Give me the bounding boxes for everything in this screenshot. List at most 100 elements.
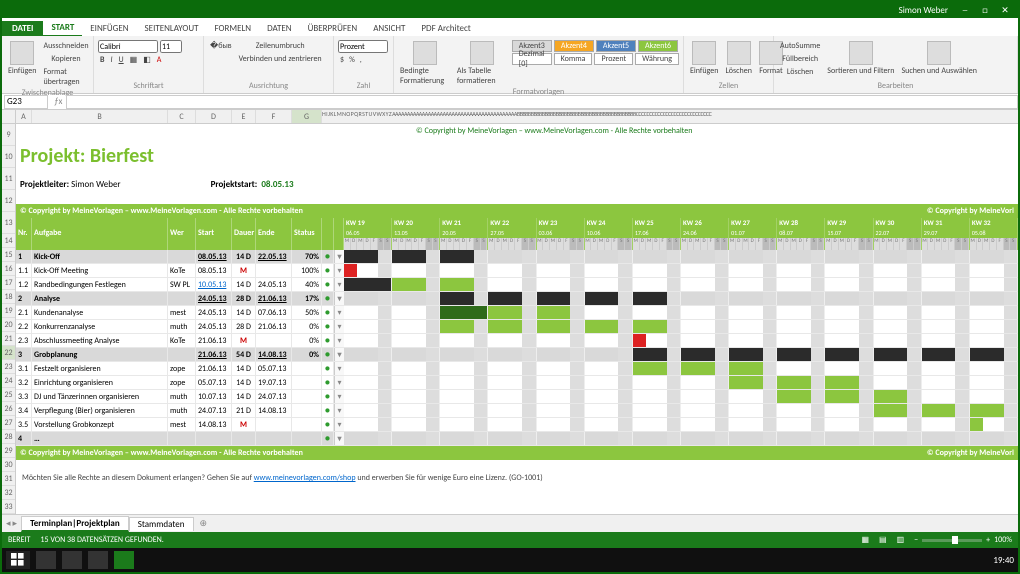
sheet-nav-prev[interactable]: ▸ xyxy=(13,518,18,529)
row-dropdown-icon[interactable]: ▾ xyxy=(334,250,344,263)
ribbon-tab-ansicht[interactable]: ANSICHT xyxy=(365,21,413,36)
format-painter-button[interactable]: Format übertragen xyxy=(41,66,90,88)
sheet-tab[interactable]: Stammdaten xyxy=(129,517,194,531)
col-header-G[interactable]: G xyxy=(292,110,322,123)
gantt-task-row[interactable]: 2.3Abschlussmeeting AnalyseKoTe21.06.13M… xyxy=(16,334,1018,348)
ribbon-tab-pdf architect[interactable]: PDF Architect xyxy=(413,21,478,36)
start-button[interactable] xyxy=(6,551,30,569)
cut-button[interactable]: Ausschneiden xyxy=(41,40,90,52)
currency-button[interactable]: $ xyxy=(338,54,346,66)
row-dropdown-icon[interactable]: ▾ xyxy=(334,278,344,291)
gantt-task-row[interactable]: 3.1Festzelt organisierenzope21.06.1314 D… xyxy=(16,362,1018,376)
file-tab[interactable]: DATEI xyxy=(2,21,43,36)
row-dropdown-icon[interactable]: ▾ xyxy=(334,362,344,375)
zoom-control[interactable]: −+ 100% xyxy=(914,535,1012,545)
col-header-F[interactable]: F xyxy=(256,110,292,123)
cell-style-akzent6[interactable]: Akzent6 xyxy=(638,40,678,52)
gantt-phase-row[interactable]: 4…●▾ xyxy=(16,432,1018,446)
autosum-button[interactable]: AutoSumme xyxy=(778,40,822,52)
cell-style-dezimal-0-[interactable]: Dezimal [0] xyxy=(512,53,552,65)
taskbar-app-icon[interactable] xyxy=(88,551,108,569)
fill-button[interactable]: Füllbereich xyxy=(778,53,822,65)
gantt-task-row[interactable]: 3.4Verpflegung (Bier) organisierenmuth24… xyxy=(16,404,1018,418)
italic-button[interactable]: I xyxy=(108,54,114,66)
taskbar-ie-icon[interactable] xyxy=(36,551,56,569)
copy-button[interactable]: Kopieren xyxy=(41,53,90,65)
name-box[interactable]: G23 xyxy=(4,95,48,109)
close-button[interactable]: ✕ xyxy=(998,5,1012,16)
column-headers[interactable]: ABCDEFG H I J K L M N O P Q R S T U V W … xyxy=(2,110,1018,124)
align-top-button[interactable]: �быв xyxy=(208,40,234,52)
row-dropdown-icon[interactable]: ▾ xyxy=(334,376,344,389)
cell-styles-gallery[interactable]: Akzent3Akzent4Akzent5Akzent6Dezimal [0]K… xyxy=(512,40,679,65)
comma-button[interactable]: , xyxy=(358,54,364,66)
row-dropdown-icon[interactable]: ▾ xyxy=(334,292,344,305)
cell-style-akzent5[interactable]: Akzent5 xyxy=(596,40,636,52)
number-format-select[interactable] xyxy=(338,40,388,53)
cell-style-w-hrung[interactable]: Währung xyxy=(635,53,679,65)
border-button[interactable]: ▦ xyxy=(128,54,140,66)
font-color-button[interactable]: A xyxy=(155,54,164,66)
paste-button[interactable]: Einfügen xyxy=(6,40,38,77)
add-sheet-button[interactable]: ⊕ xyxy=(194,518,214,529)
ribbon-tab-einfügen[interactable]: EINFÜGEN xyxy=(82,21,136,36)
merge-center-button[interactable]: Verbinden und zentrieren xyxy=(237,53,324,65)
view-break-button[interactable]: ▥ xyxy=(897,535,905,545)
row-dropdown-icon[interactable]: ▾ xyxy=(334,418,344,431)
sheet-nav-first[interactable]: ◂ xyxy=(6,518,11,529)
column-headers-right[interactable]: H I J K L M N O P Q R S T U V W X Y Z AA… xyxy=(322,110,1018,123)
gantt-task-row[interactable]: 3.2Einrichtung organisierenzope05.07.131… xyxy=(16,376,1018,390)
clear-button[interactable]: Löschen xyxy=(778,66,822,78)
row-headers[interactable]: 9101112131415161718192021222324252627282… xyxy=(2,124,16,514)
ribbon-tab-formeln[interactable]: FORMELN xyxy=(206,21,259,36)
percent-button[interactable]: % xyxy=(347,54,357,66)
gantt-task-row[interactable]: 3.3DJ und Tänzerinnen organisierenmuth10… xyxy=(16,390,1018,404)
row-dropdown-icon[interactable]: ▾ xyxy=(334,404,344,417)
formula-input[interactable] xyxy=(66,95,1018,109)
fx-icon[interactable]: ƒx xyxy=(50,96,66,107)
sort-filter-button[interactable]: Sortieren und Filtern xyxy=(825,40,896,77)
insert-cells-button[interactable]: Einfügen xyxy=(688,40,720,77)
gantt-phase-row[interactable]: 1Kick-Off08.05.1314 D22.05.1370%●▾ xyxy=(16,250,1018,264)
ribbon-tab-überprüfen[interactable]: ÜBERPRÜFEN xyxy=(300,21,366,36)
cell-style-prozent[interactable]: Prozent xyxy=(594,53,633,65)
col-header-E[interactable]: E xyxy=(232,110,256,123)
maximize-button[interactable]: □ xyxy=(978,5,992,16)
col-header-B[interactable]: B xyxy=(32,110,168,123)
taskbar-excel-icon[interactable] xyxy=(114,551,134,569)
view-normal-button[interactable]: ▦ xyxy=(861,535,869,545)
cell-style-akzent4[interactable]: Akzent4 xyxy=(554,40,594,52)
format-as-table-button[interactable]: Als Tabelle formatieren xyxy=(455,40,509,87)
view-layout-button[interactable]: ▤ xyxy=(879,535,887,545)
row-dropdown-icon[interactable]: ▾ xyxy=(334,390,344,403)
gantt-task-row[interactable]: 3.5Vorstellung Grobkonzeptmest14.08.13M●… xyxy=(16,418,1018,432)
ribbon-tab-daten[interactable]: DATEN xyxy=(259,21,300,36)
col-header-A[interactable]: A xyxy=(16,110,32,123)
font-family-select[interactable] xyxy=(98,40,158,53)
row-dropdown-icon[interactable]: ▾ xyxy=(334,348,344,361)
gantt-phase-row[interactable]: 2Analyse24.05.1328 D21.06.1317%●▾ xyxy=(16,292,1018,306)
wrap-text-button[interactable]: Zeilenumbruch xyxy=(237,40,324,52)
shop-link[interactable]: www.meinevorlagen.com/shop xyxy=(254,473,356,483)
underline-button[interactable]: U xyxy=(117,54,126,66)
row-dropdown-icon[interactable]: ▾ xyxy=(334,320,344,333)
font-size-select[interactable] xyxy=(160,40,182,53)
row-dropdown-icon[interactable]: ▾ xyxy=(334,432,344,445)
conditional-formatting-button[interactable]: Bedingte Formatierung xyxy=(398,40,452,87)
fill-color-button[interactable]: ◧ xyxy=(141,54,153,66)
taskbar-explorer-icon[interactable] xyxy=(62,551,82,569)
gantt-task-row[interactable]: 1.2Randbedingungen FestlegenSW PL10.05.1… xyxy=(16,278,1018,292)
gantt-task-row[interactable]: 1.1Kick-Off MeetingKoTe08.05.13M100%●▾ xyxy=(16,264,1018,278)
row-dropdown-icon[interactable]: ▾ xyxy=(334,334,344,347)
cell-style-komma[interactable]: Komma xyxy=(554,53,593,65)
ribbon-tab-seitenlayout[interactable]: SEITENLAYOUT xyxy=(137,21,207,36)
sheet-tab[interactable]: Terminplan|Projektplan xyxy=(21,516,129,532)
taskbar-clock[interactable]: 19:40 xyxy=(993,555,1014,566)
ribbon-tab-start[interactable]: START xyxy=(43,20,82,36)
col-header-C[interactable]: C xyxy=(168,110,196,123)
find-select-button[interactable]: Suchen und Auswählen xyxy=(899,40,978,77)
col-header-D[interactable]: D xyxy=(196,110,232,123)
gantt-phase-row[interactable]: 3Grobplanung21.06.1354 D14.08.130%●▾ xyxy=(16,348,1018,362)
row-dropdown-icon[interactable]: ▾ xyxy=(334,306,344,319)
minimize-button[interactable]: ─ xyxy=(958,5,972,16)
